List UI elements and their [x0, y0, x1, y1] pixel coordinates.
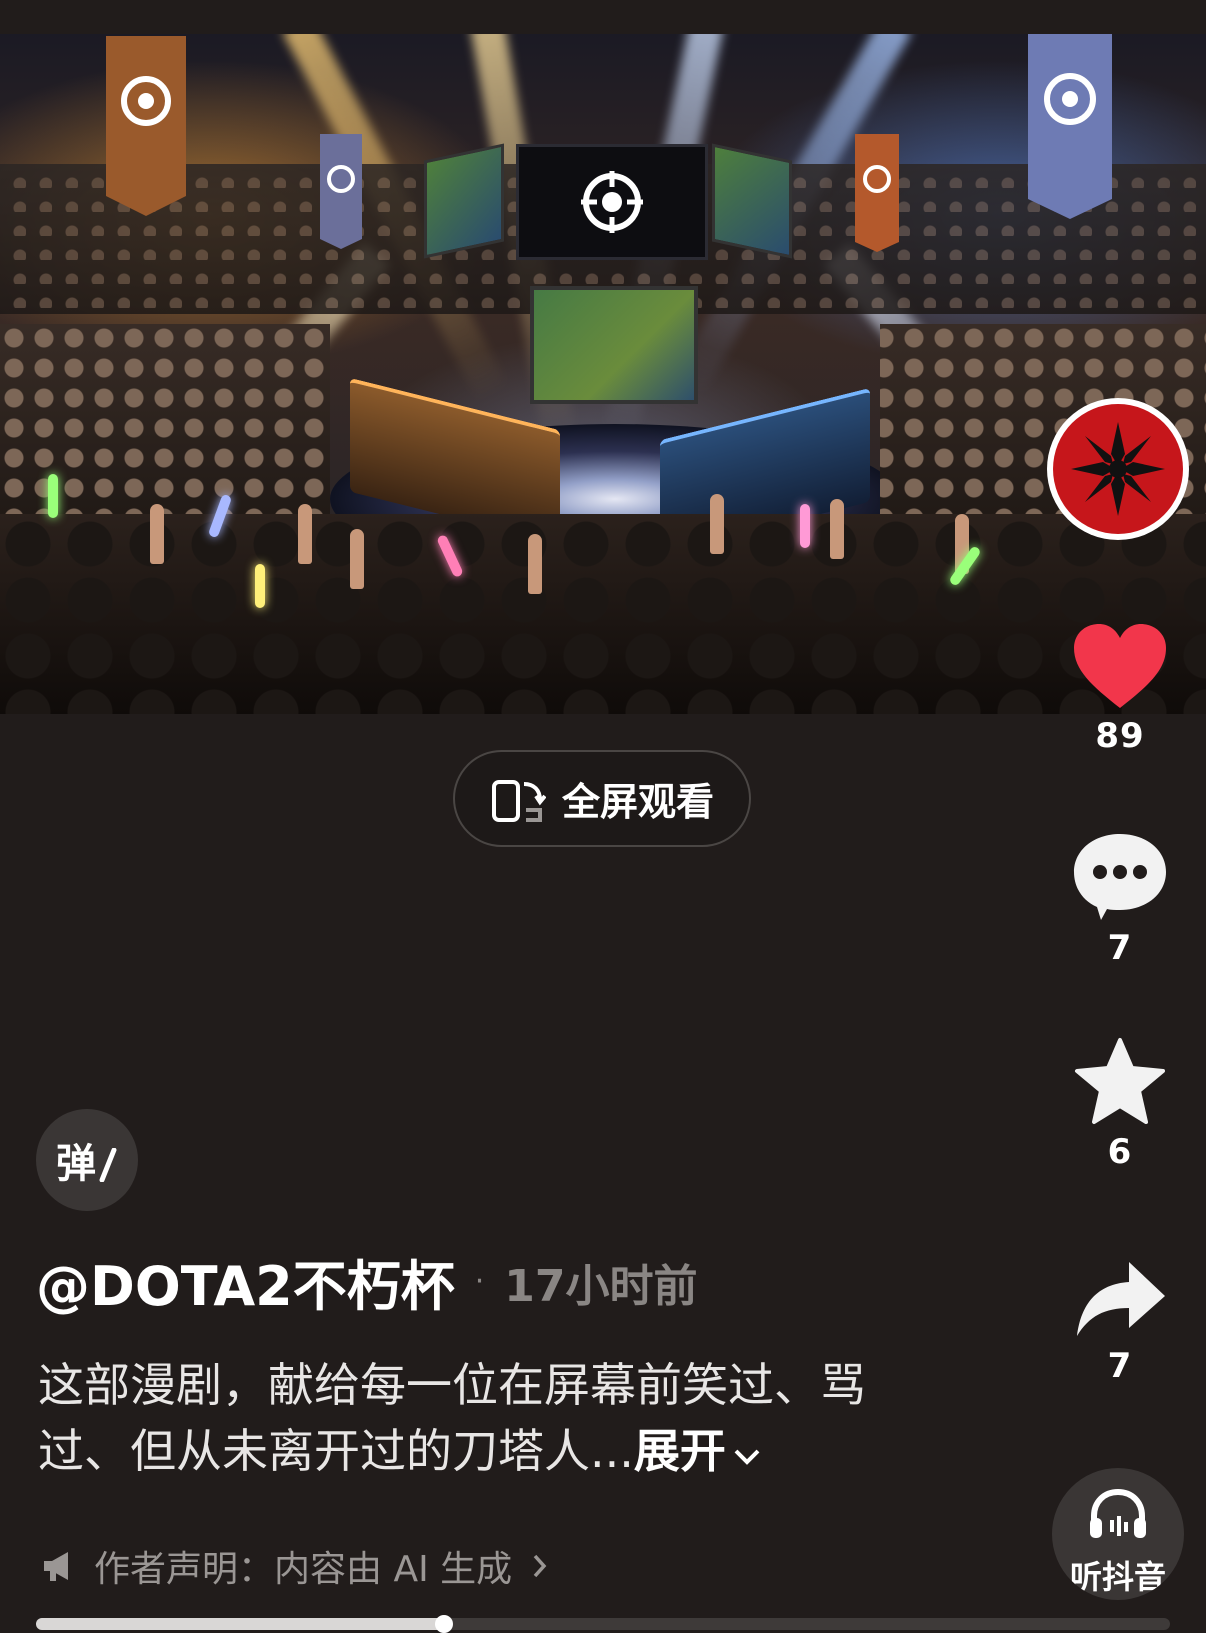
rotate-screen-icon	[491, 779, 546, 822]
headphones-icon	[1090, 1488, 1146, 1538]
favorite-count: 6	[1107, 1132, 1133, 1172]
expand-button[interactable]: 展开	[634, 1424, 726, 1478]
raised-hand	[350, 529, 364, 589]
crowd-front-row	[0, 514, 1206, 714]
raised-hand	[830, 499, 844, 559]
fullscreen-button[interactable]: 全屏观看	[453, 750, 751, 847]
raised-hand	[528, 534, 542, 594]
comment-icon[interactable]	[1071, 830, 1169, 922]
fullscreen-label: 全屏观看	[561, 780, 714, 824]
author-avatar[interactable]	[1047, 398, 1189, 540]
chevron-down-icon[interactable]	[732, 1447, 762, 1467]
author-name[interactable]: @DOTA2不朽杯	[36, 1242, 455, 1321]
raised-hand	[710, 494, 724, 554]
side-screen-left	[424, 143, 504, 259]
chevron-right-icon	[533, 1554, 547, 1578]
meta-separator: ·	[474, 1264, 485, 1299]
progress-handle[interactable]	[435, 1615, 454, 1633]
star-icon[interactable]	[1073, 1036, 1167, 1126]
post-caption[interactable]: 这部漫剧，献给每一位在屏幕前笑过、骂过、但从未离开过的刀塔人...展开	[38, 1352, 898, 1484]
main-screen-logo	[516, 144, 708, 260]
side-screen-right	[712, 143, 792, 259]
author-statement[interactable]: 作者声明：内容由 AI 生成	[40, 1540, 548, 1592]
heart-icon[interactable]	[1072, 622, 1168, 710]
listen-douyin-button[interactable]: 听抖音	[1052, 1468, 1184, 1600]
banner-right-large	[1028, 34, 1112, 219]
crowd-middle-tier	[0, 324, 1206, 514]
favorite-action[interactable]: 6	[1050, 1036, 1190, 1172]
raised-hand	[298, 504, 312, 564]
raised-hand	[150, 504, 164, 564]
glowstick	[48, 474, 58, 518]
glowstick	[800, 504, 810, 548]
megaphone-icon	[44, 1552, 68, 1581]
progress-fill	[36, 1618, 445, 1630]
like-action[interactable]: 89	[1050, 622, 1190, 756]
comment-count: 7	[1107, 928, 1133, 968]
listen-label: 听抖音	[1069, 1558, 1166, 1596]
danmaku-toggle[interactable]: 弹	[36, 1109, 138, 1211]
share-count: 7	[1107, 1346, 1133, 1386]
post-time: 17小时前	[504, 1260, 698, 1312]
video-player[interactable]	[0, 34, 1206, 714]
banner-left-large	[106, 36, 186, 216]
glowstick	[255, 564, 265, 608]
video-progress-bar[interactable]	[36, 1615, 1170, 1633]
banner-right-small	[855, 134, 899, 252]
tournament-logo-icon	[581, 171, 643, 233]
team-logo-icon	[1071, 422, 1165, 516]
post-meta: @DOTA2不朽杯 · 17小时前	[36, 1242, 698, 1321]
share-arrow-icon[interactable]	[1073, 1258, 1167, 1340]
danmaku-label: 弹	[56, 1141, 96, 1187]
banner-left-small	[320, 134, 362, 249]
danmaku-slash-icon	[99, 1148, 117, 1182]
like-count: 89	[1095, 716, 1145, 756]
statement-text: 作者声明：内容由 AI 生成	[94, 1549, 513, 1590]
share-action[interactable]: 7	[1050, 1258, 1190, 1386]
comment-action[interactable]: 7	[1050, 830, 1190, 968]
